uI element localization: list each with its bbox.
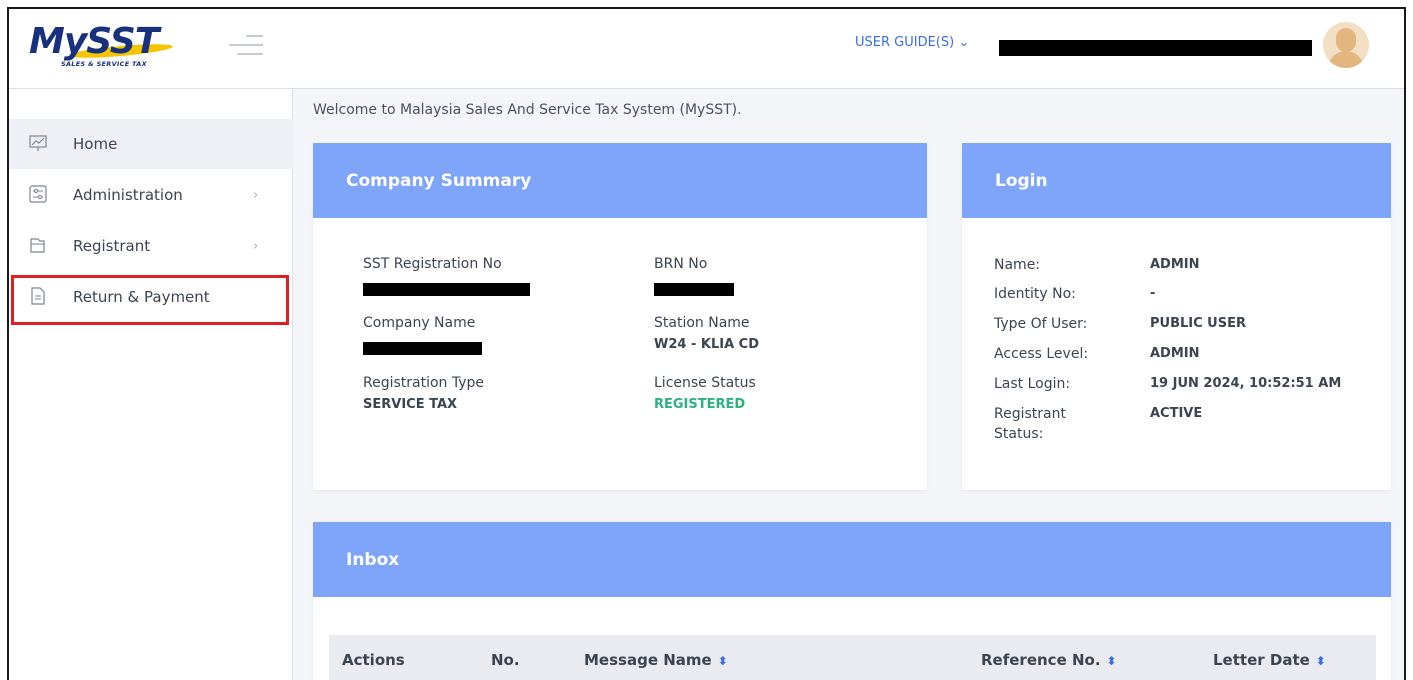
sidebar-item-home[interactable]: Home <box>9 119 293 169</box>
identity-no-value: - <box>1150 286 1156 301</box>
license-status-value: REGISTERED <box>654 397 746 412</box>
sst-registration-label: SST Registration No <box>363 256 502 272</box>
logo-text: MySST <box>29 21 159 62</box>
redacted-brn-no <box>654 283 734 296</box>
last-login-value: 19 JUN 2024, 10:52:51 AM <box>1150 376 1342 391</box>
chevron-right-icon: › <box>253 238 259 254</box>
login-name-label: Name: <box>994 257 1041 273</box>
column-header-letter-date[interactable]: Letter Date ⬍ <box>1213 651 1326 669</box>
registration-type-label: Registration Type <box>363 375 485 391</box>
column-label: Message Name <box>584 651 712 669</box>
app-frame: MySST SALES & SERVICE TAX USER GUIDE(S) … <box>7 7 1406 680</box>
login-card: Login Name: ADMIN Identity No: - Type Of… <box>962 143 1391 490</box>
redacted-company-name <box>363 342 482 355</box>
sidebar-item-registrant[interactable]: Registrant › <box>9 221 293 271</box>
avatar[interactable] <box>1323 22 1369 68</box>
user-type-value: PUBLIC USER <box>1150 316 1246 331</box>
sort-icon[interactable]: ⬍ <box>1316 654 1326 668</box>
column-header-no: No. <box>491 651 520 669</box>
registration-type-value: SERVICE TAX <box>363 397 458 412</box>
redacted-username <box>999 40 1312 56</box>
registrant-status-label: Registrant Status: <box>994 406 1066 442</box>
inbox-card: Inbox Actions No. Message Name ⬍ Referenc… <box>313 522 1391 680</box>
user-guide-label: USER GUIDE(S) <box>855 35 955 50</box>
top-header: MySST SALES & SERVICE TAX USER GUIDE(S) … <box>9 9 1404 89</box>
sidebar-item-administration[interactable]: Administration › <box>9 170 293 220</box>
chart-icon <box>29 135 47 151</box>
redacted-sst-registration-no <box>363 283 530 296</box>
brn-label: BRN No <box>654 256 708 272</box>
card-title: Company Summary <box>313 143 927 218</box>
sort-icon[interactable]: ⬍ <box>718 654 728 668</box>
column-header-actions: Actions <box>342 651 405 669</box>
station-name-label: Station Name <box>654 315 750 331</box>
identity-no-label: Identity No: <box>994 286 1076 302</box>
access-level-value: ADMIN <box>1150 346 1200 361</box>
chevron-down-icon: ⌄ <box>958 35 970 50</box>
sidebar: Home Administration › Registrant › Retur… <box>9 89 293 680</box>
column-label: Letter Date <box>1213 651 1310 669</box>
registrant-status-value: ACTIVE <box>1150 406 1203 421</box>
highlight-box <box>11 275 289 325</box>
card-title: Login <box>962 143 1391 218</box>
login-name-value: ADMIN <box>1150 257 1200 272</box>
license-status-label: License Status <box>654 375 756 391</box>
sidebar-item-label: Home <box>73 135 118 153</box>
column-label: Reference No. <box>981 651 1101 669</box>
sliders-icon <box>29 185 47 203</box>
user-type-label: Type Of User: <box>994 316 1088 332</box>
welcome-text: Welcome to Malaysia Sales And Service Ta… <box>313 102 742 118</box>
column-header-message-name[interactable]: Message Name ⬍ <box>584 651 728 669</box>
company-summary-card: Company Summary SST Registration No BRN … <box>313 143 927 490</box>
user-guide-dropdown[interactable]: USER GUIDE(S) ⌄ <box>855 35 969 50</box>
logo-subtitle: SALES & SERVICE TAX <box>61 60 147 68</box>
sidebar-item-label: Registrant <box>73 237 151 255</box>
menu-toggle-icon[interactable] <box>229 30 263 60</box>
sort-icon[interactable]: ⬍ <box>1107 654 1117 668</box>
station-name-value: W24 - KLIA CD <box>654 337 759 352</box>
card-title: Inbox <box>313 522 1391 597</box>
chevron-right-icon: › <box>253 187 259 203</box>
inbox-table-header: Actions No. Message Name ⬍ Reference No. ⬍… <box>329 635 1376 680</box>
last-login-label: Last Login: <box>994 376 1071 392</box>
access-level-label: Access Level: <box>994 346 1089 362</box>
sidebar-item-label: Administration <box>73 186 183 204</box>
column-header-reference-no[interactable]: Reference No. ⬍ <box>981 651 1117 669</box>
company-name-label: Company Name <box>363 315 476 331</box>
mysst-logo[interactable]: MySST SALES & SERVICE TAX <box>23 21 193 77</box>
folder-icon <box>30 238 45 253</box>
